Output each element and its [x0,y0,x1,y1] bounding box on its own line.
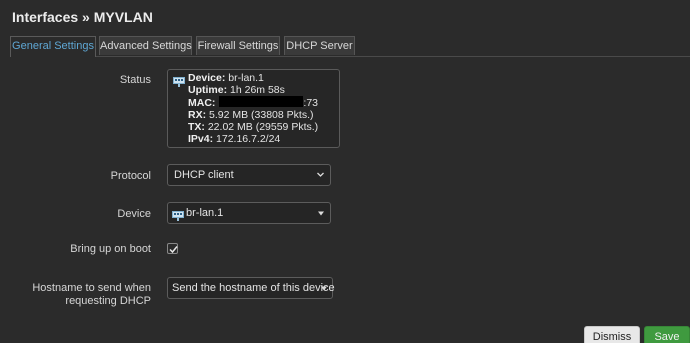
hostname-select-value: Send the hostname of this device [172,282,335,294]
network-device-icon [172,208,184,221]
checkmark-icon [169,246,178,254]
hostname-label-line1: Hostname to send when [32,282,151,294]
boot-checkbox[interactable] [167,243,178,254]
protocol-select[interactable]: DHCP client [167,164,331,186]
status-rx-row: RX: 5.92 MB (33808 Pkts.) [188,109,318,121]
protocol-label: Protocol [110,170,151,182]
status-uptime-row: Uptime: 1h 26m 58s [188,84,318,96]
tab-bar: General Settings Advanced Settings Firew… [10,36,690,57]
mac-key: MAC: [188,97,216,109]
boot-label: Bring up on boot [70,243,151,255]
ipv4-value: 172.16.7.2/24 [216,133,281,145]
network-device-icon [173,74,185,87]
device-select-value: br-lan.1 [186,207,224,219]
mac-redaction [219,96,304,107]
device-select[interactable]: br-lan.1 [167,202,331,224]
device-value: br-lan.1 [228,72,264,84]
rx-key: RX: [188,109,207,121]
page-title: Interfaces » MYVLAN [12,9,153,25]
tab-advanced-settings[interactable]: Advanced Settings [99,36,192,55]
tx-key: TX: [188,121,205,133]
interface-edit-page: Interfaces » MYVLAN General Settings Adv… [0,0,690,343]
status-device-row: Device: br-lan.1 [188,72,318,84]
status-panel: Device: br-lan.1 Uptime: 1h 26m 58s MAC:… [167,69,340,148]
status-details: Device: br-lan.1 Uptime: 1h 26m 58s MAC:… [188,72,318,145]
protocol-select-value: DHCP client [174,169,234,181]
device-label: Device [117,208,151,220]
tab-general-settings[interactable]: General Settings [10,36,96,57]
caret-down-icon [317,203,325,231]
uptime-key: Uptime: [188,84,228,96]
mac-suffix: :73 [303,97,319,109]
caret-down-icon [320,278,328,305]
uptime-value: 1h 26m 58s [230,84,285,96]
hostname-label-line2: requesting DHCP [65,295,151,307]
hostname-select[interactable]: Send the hostname of this device [167,277,335,299]
status-tx-row: TX: 22.02 MB (29559 Pkts.) [188,121,318,133]
dismiss-button[interactable]: Dismiss [584,326,640,343]
rx-value: 5.92 MB (33808 Pkts.) [209,109,314,121]
status-label: Status [119,74,151,86]
hostname-label: Hostname to send when requesting DHCP [32,282,151,308]
tab-dhcp-server[interactable]: DHCP Server [284,36,355,55]
tx-value: 22.02 MB (29559 Pkts.) [207,121,319,133]
ipv4-key: IPv4: [188,133,214,145]
tab-firewall-settings[interactable]: Firewall Settings [196,36,280,55]
status-mac-row: MAC: :73 [188,96,318,109]
device-key: Device: [188,72,226,84]
chevron-down-icon [316,165,325,192]
status-ipv4-row: IPv4: 172.16.7.2/24 [188,133,318,145]
save-button[interactable]: Save [644,326,690,343]
